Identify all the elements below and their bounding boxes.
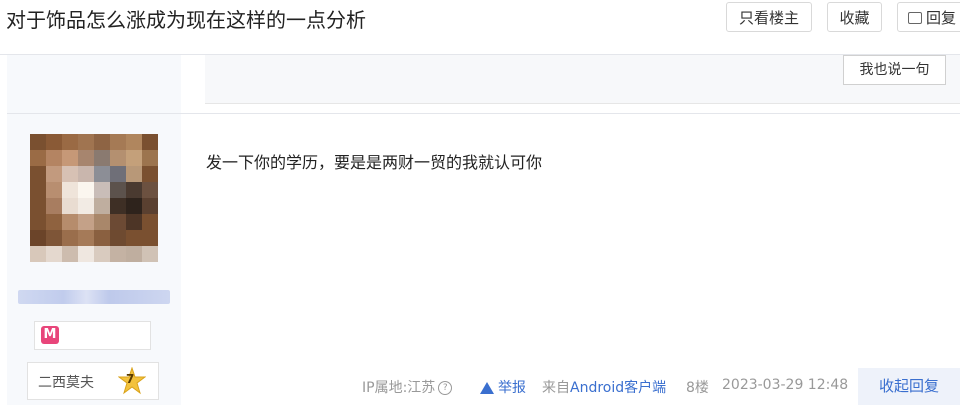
post-divider <box>7 113 960 114</box>
member-badge[interactable]: M <box>34 321 151 350</box>
post-content: 发一下你的学历，要是是两财一贸的我就认可你 <box>206 153 543 172</box>
from-prefix: 来自 <box>542 380 570 396</box>
ip-location: IP属地:江苏? <box>362 377 453 397</box>
badge-icon: M <box>41 326 59 344</box>
floor-number: 8楼 <box>686 380 709 396</box>
post-datetime: 2023-03-29 12:48 <box>722 377 849 393</box>
avatar[interactable] <box>30 134 158 262</box>
client-link[interactable]: Android客户端 <box>570 380 666 396</box>
collapse-replies-button[interactable]: 收起回复 <box>858 368 960 405</box>
forum-level[interactable]: 二西莫夫 7 <box>27 362 159 400</box>
username-redacted[interactable] <box>18 290 170 304</box>
post-header: 对于饰品怎么涨成为现在这样的一点分析 只看楼主 收藏 回复 <box>0 0 960 55</box>
ip-label: IP属地:江苏 <box>362 380 436 396</box>
reply-icon <box>908 11 922 24</box>
level-number: 7 <box>126 372 135 386</box>
source-client: 来自Android客户端 <box>542 377 666 397</box>
report-link[interactable]: 举报 <box>480 377 526 397</box>
warning-icon <box>480 382 494 394</box>
help-icon[interactable]: ? <box>438 381 453 395</box>
reply-label: 回复 <box>926 9 957 27</box>
report-label: 举报 <box>498 380 526 396</box>
reply-button[interactable]: 回复 <box>897 2 960 32</box>
collect-button[interactable]: 收藏 <box>827 2 882 32</box>
only-owner-button[interactable]: 只看楼主 <box>726 2 812 32</box>
thread-title: 对于饰品怎么涨成为现在这样的一点分析 <box>6 8 366 32</box>
level-name: 二西莫夫 <box>38 375 94 391</box>
say-something-button[interactable]: 我也说一句 <box>843 55 946 85</box>
